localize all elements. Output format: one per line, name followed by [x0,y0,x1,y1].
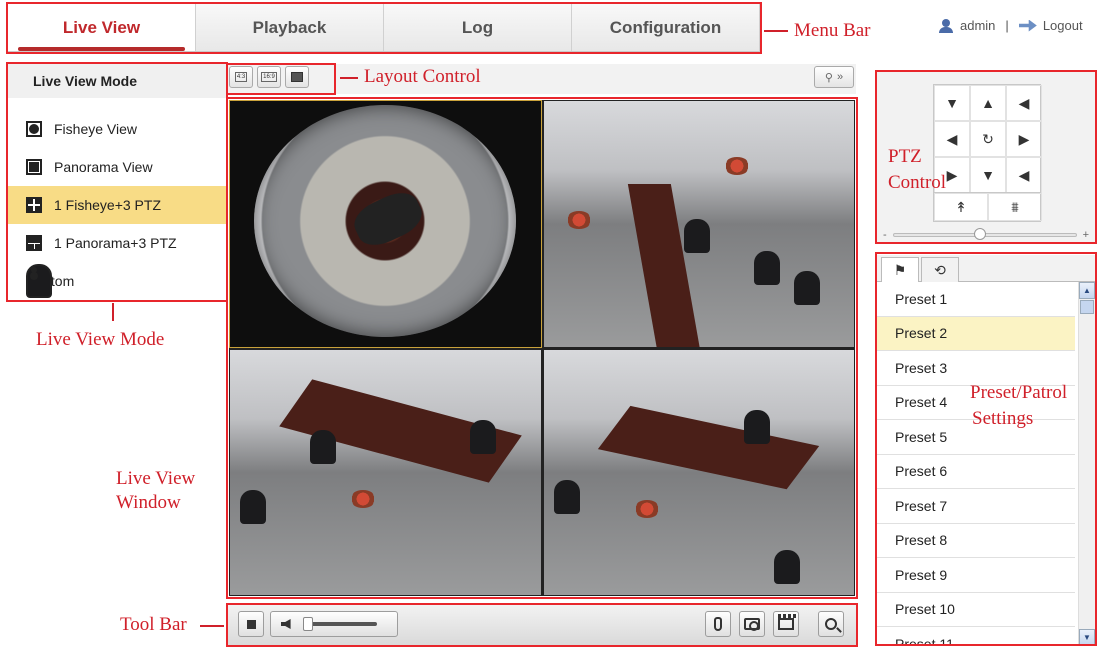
live-view-window-annotation-label-1: Live View [116,468,196,489]
tool-bar-annotation-label: Tool Bar [120,614,187,635]
live-view-window-annotation-box [226,97,858,599]
menu-bar-annotation-label: Menu Bar [794,20,871,41]
preset-annotation-label-1: Preset/Patrol [970,382,1068,403]
logout-link[interactable]: Logout [1043,18,1083,33]
live-view-mode-annotation-line [112,303,114,321]
ptz-panel-toggle-button[interactable]: ⚲ » [814,66,854,88]
preset-annotation-box [875,252,1097,646]
ptz-control-annotation-label-1: PTZ [888,146,922,167]
username: admin [960,18,996,33]
collapse-icon: » [836,71,844,83]
user-area: admin | Logout [938,18,1083,33]
separator: | [1005,18,1009,33]
live-view-mode-annotation-box [6,62,228,302]
layout-control-annotation-label: Layout Control [364,66,481,87]
tool-bar-annotation-line [200,625,224,627]
menu-bar-annotation-line [764,30,788,32]
menu-bar-annotation-box [6,2,762,54]
live-view-mode-annotation-label: Live View Mode [36,329,165,350]
ptz-control-annotation-label-2: Control [888,172,947,193]
preset-annotation-label-2: Settings [972,408,1034,429]
logout-icon[interactable] [1018,19,1037,32]
user-icon [938,18,954,33]
layout-control-annotation-box [226,63,336,95]
live-view-window-annotation-label-2: Window [116,492,181,513]
ptz-icon: ⚲ [824,71,833,84]
tool-bar-annotation-box [226,603,858,647]
layout-control-annotation-line [340,77,358,79]
